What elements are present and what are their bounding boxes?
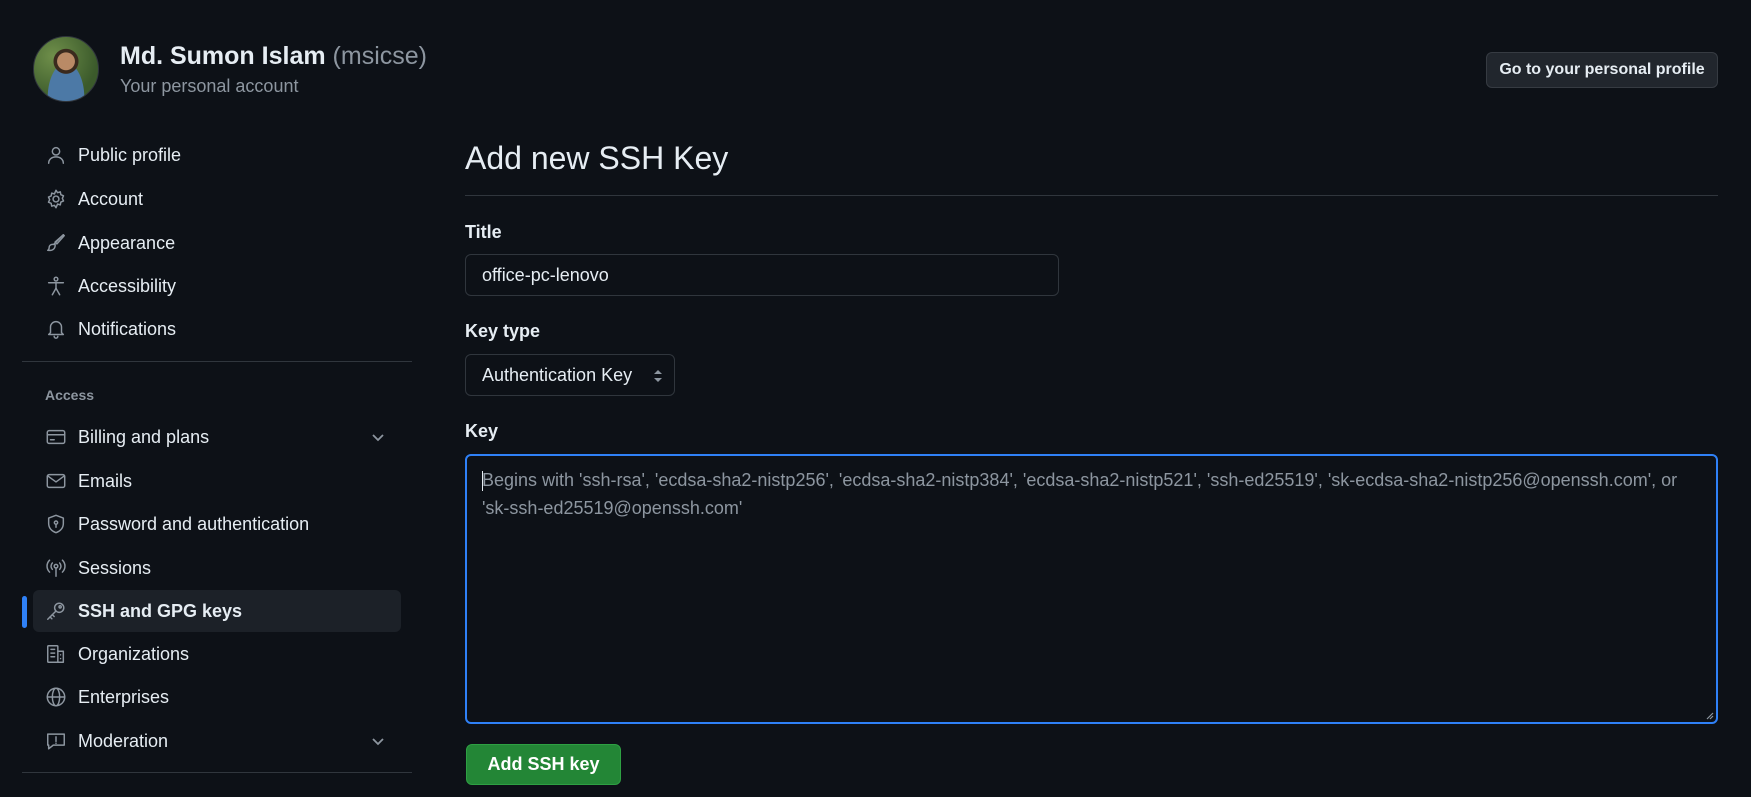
avatar xyxy=(33,36,99,102)
add-ssh-key-button[interactable]: Add SSH key xyxy=(466,744,621,785)
sidebar-item-label: Notifications xyxy=(78,318,177,339)
key-type-value: Authentication Key xyxy=(482,364,633,385)
select-arrows-icon xyxy=(652,367,664,385)
sidebar-item-appearance[interactable]: Appearance xyxy=(33,222,401,264)
sidebar-section-access: Access xyxy=(45,387,95,403)
paintbrush-icon xyxy=(44,231,68,255)
account-name: Md. Sumon Islam (msicse) xyxy=(120,42,427,71)
sidebar-item-accessibility[interactable]: Accessibility xyxy=(33,265,401,307)
sidebar-item-password-authentication[interactable]: Password and authentication xyxy=(33,503,401,545)
sidebar-item-billing[interactable]: Billing and plans xyxy=(33,416,401,458)
sidebar-item-ssh-gpg-keys[interactable]: SSH and GPG keys xyxy=(33,590,401,632)
chevron-down-icon[interactable] xyxy=(369,428,387,446)
sidebar-item-label: Password and authentication xyxy=(78,513,310,534)
sidebar-divider xyxy=(22,772,412,773)
accessibility-icon xyxy=(44,274,68,298)
sidebar-item-label: Moderation xyxy=(78,730,169,751)
sidebar-item-emails[interactable]: Emails xyxy=(33,460,401,502)
resize-handle-icon[interactable] xyxy=(1704,710,1714,720)
title-divider xyxy=(465,195,1718,196)
sidebar-item-label: Appearance xyxy=(78,232,176,253)
sidebar-item-label: Public profile xyxy=(78,144,182,165)
text-caret xyxy=(482,471,483,491)
broadcast-icon xyxy=(44,556,68,580)
account-login: (msicse) xyxy=(332,42,427,70)
sidebar-item-organizations[interactable]: Organizations xyxy=(33,633,401,675)
active-indicator xyxy=(22,596,27,628)
mail-icon xyxy=(44,469,68,493)
sidebar-item-label: Organizations xyxy=(78,643,190,664)
report-icon xyxy=(44,729,68,753)
key-type-select[interactable]: Authentication Key xyxy=(465,354,675,396)
sidebar-item-sessions[interactable]: Sessions xyxy=(33,547,401,589)
page-title: Add new SSH Key xyxy=(465,140,729,176)
sidebar-item-moderation[interactable]: Moderation xyxy=(33,720,401,762)
key-field-label: Key xyxy=(465,421,499,441)
person-icon xyxy=(44,143,68,167)
gear-icon xyxy=(44,187,68,211)
key-textarea[interactable] xyxy=(465,454,1718,724)
sidebar-item-label: Enterprises xyxy=(78,686,170,707)
key-type-label: Key type xyxy=(465,321,541,341)
chevron-down-icon[interactable] xyxy=(369,732,387,750)
sidebar-item-label: SSH and GPG keys xyxy=(78,600,243,621)
sidebar-item-label: Accessibility xyxy=(78,275,177,296)
credit-card-icon xyxy=(44,425,68,449)
account-display-name: Md. Sumon Islam xyxy=(120,42,326,70)
bell-icon xyxy=(44,317,68,341)
sidebar-item-label: Emails xyxy=(78,470,133,491)
title-input[interactable] xyxy=(465,254,1059,296)
sidebar-item-enterprises[interactable]: Enterprises xyxy=(33,676,401,718)
organization-icon xyxy=(44,642,68,666)
globe-icon xyxy=(44,685,68,709)
account-subtitle: Your personal account xyxy=(120,76,299,96)
sidebar-divider xyxy=(22,361,412,362)
go-to-profile-button[interactable]: Go to your personal profile xyxy=(1486,52,1718,88)
shield-lock-icon xyxy=(44,512,68,536)
sidebar-item-public-profile[interactable]: Public profile xyxy=(33,134,401,176)
title-field-label: Title xyxy=(465,222,502,242)
key-icon xyxy=(44,599,68,623)
sidebar-item-label: Billing and plans xyxy=(78,426,210,447)
sidebar-item-account[interactable]: Account xyxy=(33,178,401,220)
sidebar-item-label: Sessions xyxy=(78,557,152,578)
sidebar-item-label: Account xyxy=(78,188,144,209)
sidebar-item-notifications[interactable]: Notifications xyxy=(33,308,401,350)
